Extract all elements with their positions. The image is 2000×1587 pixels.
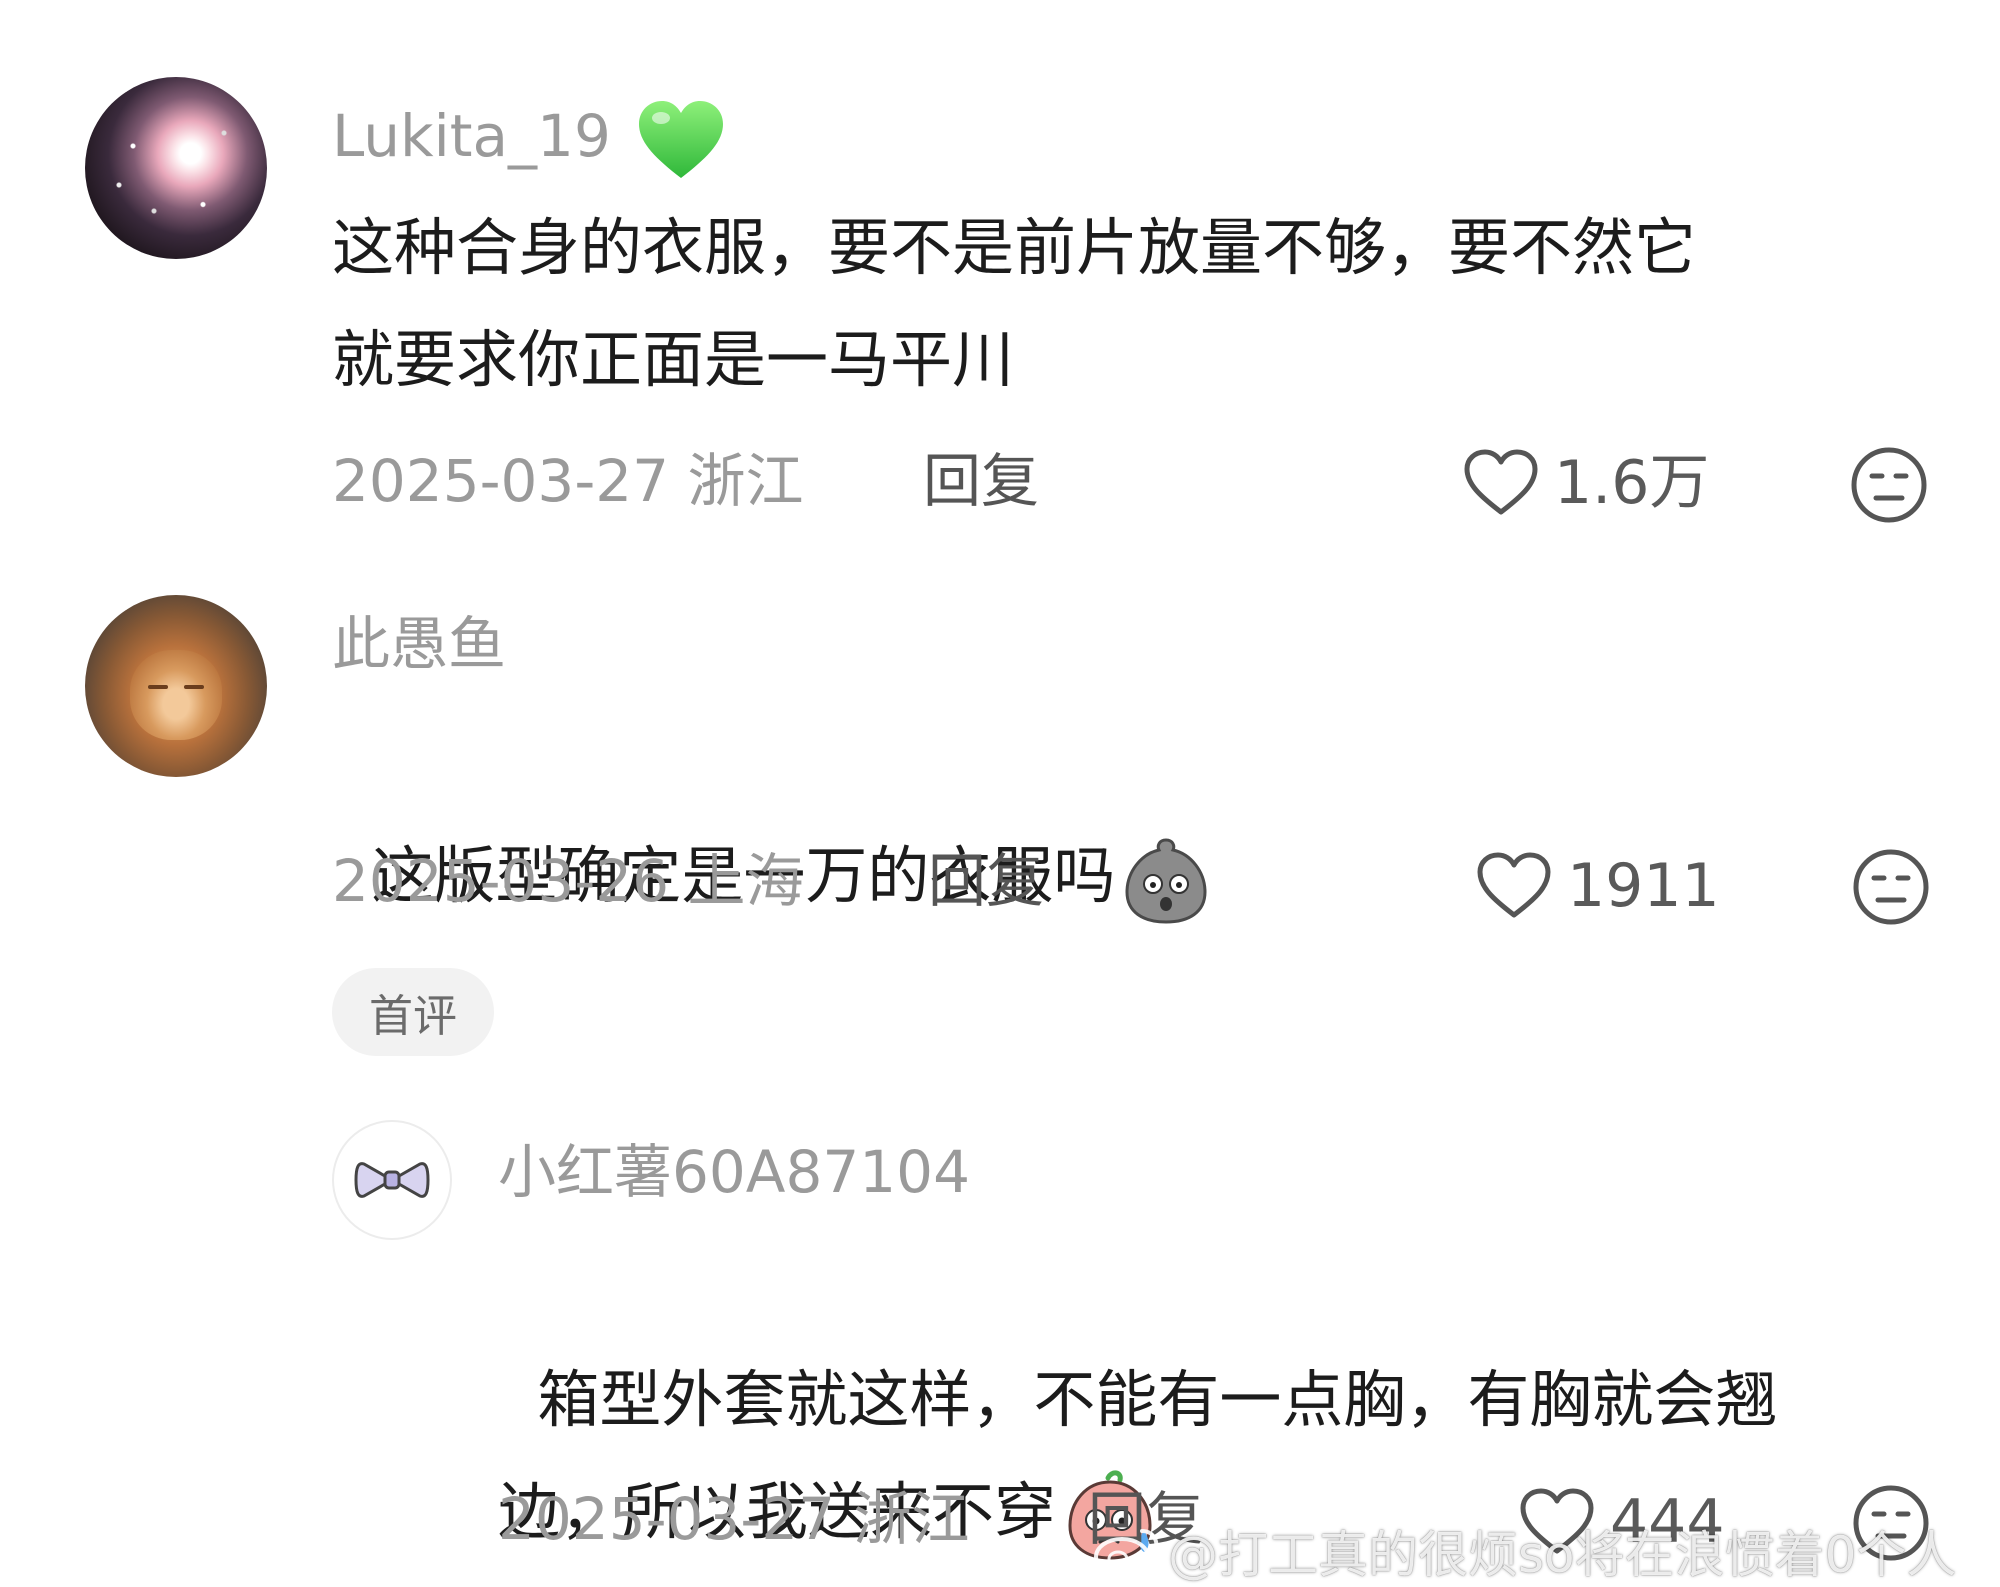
comment-meta: 2025-03-26 上海 [332,852,804,910]
watermark: @打工真的很烦so将在浪惯着0个人 [1092,1515,1956,1587]
reply-location: 浙江 [853,1485,970,1553]
comment-text: 这种合身的衣服，要不是前片放量不够，要不然它 就要求你正面是一马平川 [332,211,1697,396]
like-button[interactable]: 1911 [1475,851,1720,921]
comment-username[interactable]: Lukita_19 [332,98,727,182]
avatar-image [130,650,222,740]
comment-location: 上海 [687,847,804,915]
comment-meta: 2025-03-27 浙江 [332,452,804,510]
watermark-text: @打工真的很烦so将在浪惯着0个人 [1168,1526,1957,1584]
comment-location: 浙江 [687,447,804,515]
avatar-detail [148,685,168,689]
comment-date: 2025-03-26 [332,847,670,915]
comment-username[interactable]: 此愚鱼 [332,615,506,673]
avatar[interactable] [332,1120,452,1240]
avatar-detail [184,685,204,689]
reply-button[interactable]: 回复 [928,852,1044,910]
shocked-stone-emoji-icon [1125,838,1207,924]
comment-date: 2025-03-27 [332,447,670,515]
dislike-icon[interactable] [1852,848,1930,926]
like-count: 1.6万 [1554,448,1710,518]
first-comment-tag: 首评 [332,968,494,1056]
bow-icon [354,1162,430,1198]
heart-icon [1477,852,1551,918]
weibo-logo-icon [1094,1529,1159,1577]
reply-username[interactable]: 小红薯60A87104 [498,1143,970,1201]
avatar[interactable] [85,77,267,259]
like-button[interactable]: 1.6万 [1462,448,1709,518]
reply-button[interactable]: 回复 [923,452,1039,510]
like-count: 1911 [1567,851,1720,921]
avatar-image [105,107,245,237]
green-heart-icon [639,101,724,178]
dislike-icon[interactable] [1850,446,1928,524]
reply-date: 2025-03-27 [498,1485,836,1553]
avatar[interactable] [85,595,267,777]
heart-icon [1464,449,1538,515]
reply-meta: 2025-03-27 浙江 [498,1490,970,1548]
